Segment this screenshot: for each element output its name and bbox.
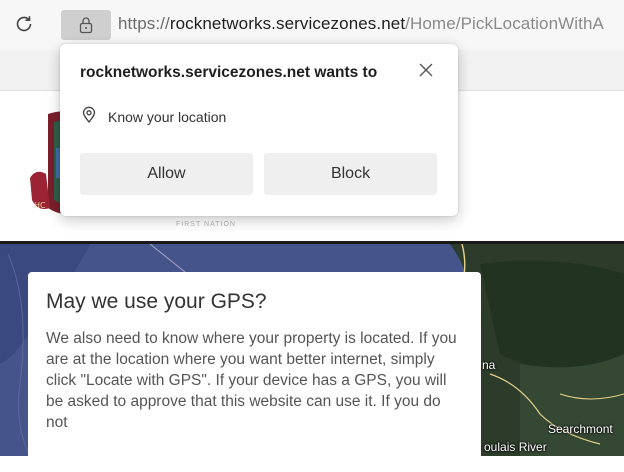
site-info-lock-icon[interactable]: [61, 10, 111, 40]
gps-card-body: We also need to know where your property…: [46, 330, 457, 431]
map-label-searchmont: Searchmont: [548, 422, 613, 436]
location-permission-popup: rocknetworks.servicezones.net wants to K…: [60, 44, 458, 216]
gps-card-title: May we use your GPS?: [46, 290, 267, 313]
svg-text:HC: HC: [34, 201, 46, 210]
permission-label: Know your location: [108, 109, 227, 125]
url-scheme: https://: [118, 14, 170, 33]
permission-prompt-title: rocknetworks.servicezones.net wants to: [80, 64, 378, 81]
url-path: /Home/PickLocationWithA: [405, 14, 604, 33]
permission-row: Know your location: [80, 106, 226, 128]
logo-caption: FIRST NATION: [176, 221, 236, 228]
gps-info-card: May we use your GPS? We also need to kno…: [28, 272, 481, 472]
map-label-goulais-river: oulais River: [484, 440, 547, 454]
block-button[interactable]: Block: [264, 153, 437, 195]
map-label-na: na: [482, 358, 496, 372]
url-field[interactable]: https://rocknetworks.servicezones.net/Ho…: [118, 14, 604, 34]
location-pin-icon: [80, 106, 98, 128]
refresh-icon[interactable]: [11, 11, 37, 37]
close-icon[interactable]: [412, 56, 440, 84]
url-host: rocknetworks.servicezones.net: [169, 14, 406, 33]
allow-button[interactable]: Allow: [80, 153, 253, 195]
address-bar: https://rocknetworks.servicezones.net/Ho…: [0, 0, 624, 50]
